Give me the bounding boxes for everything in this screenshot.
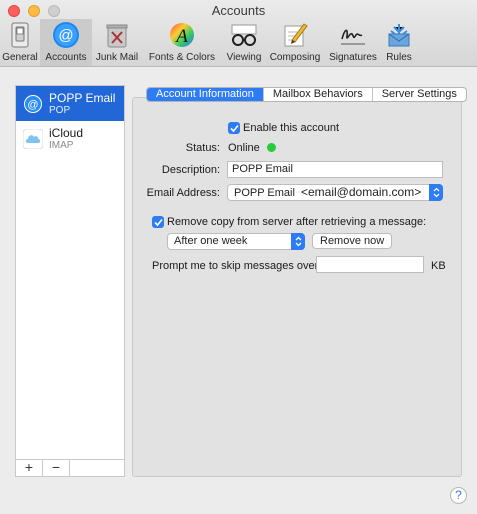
general-switch-icon [6, 21, 34, 49]
account-name: iCloud [49, 125, 84, 140]
signature-icon [339, 21, 367, 49]
enable-account-label: Enable this account [243, 122, 340, 134]
accounts-list-footer: + − [16, 459, 124, 476]
remove-period-value: After one week [174, 235, 248, 247]
pencil-paper-icon [281, 21, 309, 49]
checkmark-icon [229, 124, 239, 132]
email-address-popup[interactable]: POPP Email <email@domain.com> [227, 184, 443, 201]
toolbar-fonts-colors-label: Fonts & Colors [148, 52, 216, 63]
window-titlebar: Accounts General @ Accounts Junk Mail A … [0, 0, 477, 67]
enable-account-checkbox[interactable] [228, 122, 240, 134]
toolbar-accounts[interactable]: @ Accounts [40, 19, 92, 66]
font-palette-icon: A [168, 21, 196, 49]
toolbar-general-label: General [2, 52, 38, 63]
remove-account-button[interactable]: − [43, 460, 70, 476]
email-address-value: <email@domain.com> [301, 185, 422, 199]
help-button[interactable]: ? [450, 487, 467, 504]
description-label: Description: [161, 164, 220, 176]
popup-arrows-icon [291, 233, 305, 250]
toolbar-junk-mail-label: Junk Mail [95, 52, 139, 63]
tab-mailbox-behaviors[interactable]: Mailbox Behaviors [264, 88, 373, 101]
remove-period-popup[interactable]: After one week [167, 233, 305, 250]
account-settings-panel [132, 97, 462, 477]
email-address-label: Email Address: [146, 187, 220, 199]
cloud-icon [22, 128, 43, 149]
status-value: Online [228, 142, 260, 154]
remove-now-button[interactable]: Remove now [312, 233, 393, 249]
status-label: Status: [185, 142, 220, 154]
glasses-icon [230, 21, 258, 49]
account-name: POPP Email [49, 90, 116, 105]
description-field[interactable]: POPP Email [227, 161, 443, 178]
toolbar-rules[interactable]: Rules [382, 19, 416, 66]
prompt-skip-label: Prompt me to skip messages over [152, 260, 319, 272]
svg-text:@: @ [58, 27, 73, 44]
toolbar-viewing-label: Viewing [226, 52, 262, 63]
toolbar-composing-label: Composing [269, 52, 321, 63]
email-name: POPP Email [234, 187, 295, 199]
preferences-toolbar: General @ Accounts Junk Mail A Fonts & C… [0, 19, 416, 66]
add-account-button[interactable]: + [16, 460, 43, 476]
account-type: POP [49, 104, 71, 116]
popup-arrows-icon [429, 184, 443, 201]
toolbar-general[interactable]: General [0, 19, 40, 66]
toolbar-signatures-label: Signatures [329, 52, 377, 63]
rules-envelope-icon [385, 21, 413, 49]
prompt-unit-label: KB [431, 260, 446, 272]
svg-text:A: A [174, 26, 188, 47]
account-type: IMAP [49, 139, 74, 151]
account-tabs: Account Information Mailbox Behaviors Se… [146, 87, 467, 102]
prompt-size-field[interactable] [316, 256, 424, 273]
svg-text:@: @ [27, 99, 38, 111]
checkmark-icon [153, 218, 163, 226]
toolbar-signatures[interactable]: Signatures [324, 19, 382, 66]
toolbar-fonts-colors[interactable]: A Fonts & Colors [142, 19, 222, 66]
window-title: Accounts [211, 3, 266, 18]
toolbar-viewing[interactable]: Viewing [222, 19, 266, 66]
status-online-indicator [267, 143, 276, 152]
at-sign-icon: @ [22, 93, 43, 114]
remove-copy-checkbox[interactable] [152, 216, 164, 228]
remove-copy-label: Remove copy from server after retrieving… [167, 216, 427, 228]
tab-server-settings[interactable]: Server Settings [373, 88, 466, 101]
toolbar-accounts-label: Accounts [45, 52, 87, 63]
tab-account-information[interactable]: Account Information [147, 88, 264, 101]
toolbar-rules-label: Rules [386, 52, 412, 63]
toolbar-composing[interactable]: Composing [266, 19, 324, 66]
accounts-list[interactable]: @ POPP Email POP iCloud IMAP + − [15, 85, 125, 477]
toolbar-junk-mail[interactable]: Junk Mail [92, 19, 142, 66]
at-sign-icon: @ [52, 21, 80, 49]
account-row-icloud[interactable]: iCloud IMAP [16, 121, 124, 156]
trash-can-icon [103, 21, 131, 49]
account-row-popp-email[interactable]: @ POPP Email POP [16, 86, 124, 121]
